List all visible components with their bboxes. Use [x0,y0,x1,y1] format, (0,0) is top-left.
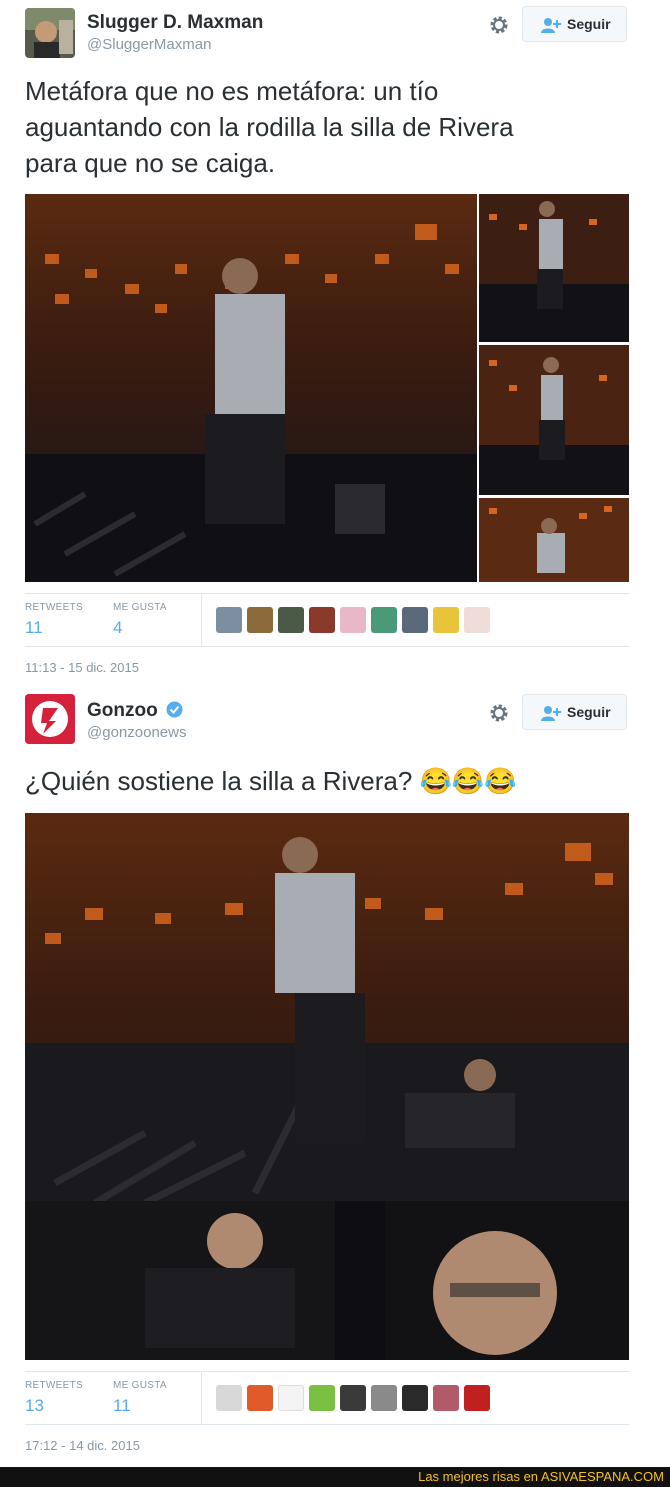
liker-avatar[interactable] [278,1385,304,1411]
liker-avatar[interactable] [433,607,459,633]
stats-divider [201,1372,202,1424]
tweet-2: Gonzoo @gonzoonews Seguir ¿Quién sostien… [0,690,670,1467]
tweet-text: Metáfora que no es metáfora: un tío agua… [25,73,635,181]
watermark-prefix: Las mejores risas en [418,1469,541,1484]
follow-person-icon [541,17,561,36]
stats-divider [201,594,202,646]
follow-button[interactable]: Seguir [522,694,627,730]
liker-avatar[interactable] [464,607,490,633]
tweet-stats: RETWEETS 11 ME GUSTA 4 [25,593,629,647]
tweet-text-line: para que no se caiga. [25,148,276,178]
tweet-photo-3[interactable] [479,345,629,495]
gonzoo-logo-icon [25,694,75,744]
user-handle[interactable]: @SluggerMaxman [87,36,211,53]
liker-avatar[interactable] [402,1385,428,1411]
liker-avatar[interactable] [371,1385,397,1411]
tweet-photo-main[interactable] [25,194,477,582]
avatar[interactable] [25,8,75,58]
tweet-text-line: Metáfora que no es metáfora: un tío [25,76,439,106]
retweets-label: RETWEETS [25,1380,83,1391]
liker-avatar[interactable] [371,607,397,633]
avatar[interactable] [25,694,75,744]
gear-icon[interactable] [487,13,511,37]
retweets-label: RETWEETS [25,602,83,613]
liker-avatar[interactable] [247,1385,273,1411]
display-name[interactable]: Slugger D. Maxman [87,12,263,34]
retweets-count[interactable]: 11 [25,618,43,638]
liker-avatar[interactable] [340,607,366,633]
likes-count[interactable]: 11 [113,1396,131,1416]
tweet-photo-main[interactable] [25,813,629,1360]
liker-avatar[interactable] [402,607,428,633]
follow-label: Seguir [567,16,611,32]
retweets-count[interactable]: 13 [25,1396,44,1416]
verified-badge-icon [166,701,183,724]
liker-avatar[interactable] [309,607,335,633]
tweet-text-line: aguantando con la rodilla la silla de Ri… [25,112,514,142]
watermark-text: Las mejores risas en ASIVAESPANA.COM [418,1469,664,1484]
user-handle[interactable]: @gonzoonews [87,724,186,741]
follow-button[interactable]: Seguir [522,6,627,42]
likes-label: ME GUSTA [113,1380,167,1391]
tweet-1: Slugger D. Maxman @SluggerMaxman Seguir … [0,0,670,690]
tweet-timestamp[interactable]: 17:12 - 14 dic. 2015 [25,1438,140,1453]
liker-avatar[interactable] [340,1385,366,1411]
tweet-text: ¿Quién sostiene la silla a Rivera? 😂😂😂 [25,766,517,796]
tweet-photo-2[interactable] [479,194,629,342]
liker-avatar[interactable] [464,1385,490,1411]
watermark-site[interactable]: ASIVAESPANA.COM [541,1469,664,1484]
display-name[interactable]: Gonzoo [87,700,183,724]
tweet-timestamp[interactable]: 11:13 - 15 dic. 2015 [25,660,139,675]
liker-avatar[interactable] [309,1385,335,1411]
likes-count[interactable]: 4 [113,618,122,638]
watermark-bar: Las mejores risas en ASIVAESPANA.COM [0,1467,670,1487]
liker-avatar[interactable] [216,607,242,633]
liker-avatar[interactable] [278,607,304,633]
liker-avatar[interactable] [247,607,273,633]
gear-icon[interactable] [487,701,511,725]
tweet-stats: RETWEETS 13 ME GUSTA 11 [25,1371,629,1425]
follow-person-icon [541,705,561,724]
liker-avatar[interactable] [216,1385,242,1411]
liker-avatar[interactable] [433,1385,459,1411]
display-name-text: Gonzoo [87,700,158,721]
tweet-photo-4[interactable] [479,498,629,582]
likes-label: ME GUSTA [113,602,167,613]
follow-label: Seguir [567,704,611,720]
